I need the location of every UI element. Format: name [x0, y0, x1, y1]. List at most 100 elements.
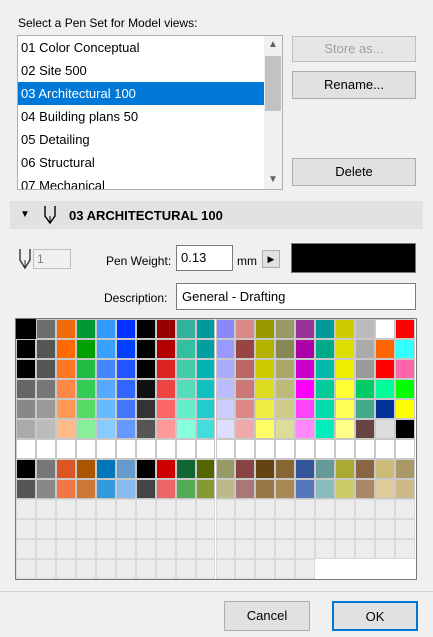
pen-empty-cell[interactable]: [95, 559, 116, 579]
pen-empty-cell[interactable]: [35, 559, 56, 579]
pen-color-cell[interactable]: [115, 399, 136, 419]
pen-color-cell[interactable]: [395, 459, 415, 479]
pen-color-cell[interactable]: [335, 399, 356, 419]
pen-set-item[interactable]: 01 Color Conceptual: [18, 36, 264, 59]
pen-color-cell[interactable]: [16, 399, 36, 419]
pen-color-cell[interactable]: [155, 379, 176, 399]
pen-color-cell[interactable]: [315, 399, 336, 419]
pen-color-cell[interactable]: [35, 439, 56, 459]
pen-empty-cell[interactable]: [355, 499, 376, 519]
pen-empty-cell[interactable]: [155, 499, 176, 519]
pen-empty-cell[interactable]: [16, 519, 36, 539]
pen-empty-cell[interactable]: [195, 499, 216, 519]
pen-empty-cell[interactable]: [175, 559, 196, 579]
pen-color-cell[interactable]: [275, 379, 296, 399]
pen-empty-cell[interactable]: [255, 519, 276, 539]
pen-color-cell[interactable]: [115, 319, 136, 339]
pen-color-cell[interactable]: [235, 419, 256, 439]
pen-color-cell[interactable]: [35, 359, 56, 379]
pen-color-cell[interactable]: [395, 479, 415, 499]
pen-empty-cell[interactable]: [155, 519, 176, 539]
pen-empty-cell[interactable]: [55, 539, 76, 559]
pen-set-item[interactable]: 04 Building plans 50: [18, 105, 264, 128]
pen-empty-cell[interactable]: [95, 539, 116, 559]
pen-color-cell[interactable]: [135, 359, 156, 379]
pen-color-cell[interactable]: [295, 459, 316, 479]
pen-color-cell[interactable]: [195, 339, 216, 359]
pen-color-cell[interactable]: [295, 419, 316, 439]
pen-color-cell[interactable]: [355, 439, 376, 459]
pen-color-cell[interactable]: [175, 439, 196, 459]
scroll-thumb[interactable]: [265, 56, 281, 111]
pen-color-cell[interactable]: [335, 359, 356, 379]
pen-color-cell[interactable]: [195, 319, 216, 339]
pen-empty-cell[interactable]: [275, 519, 296, 539]
pen-color-cell[interactable]: [315, 439, 336, 459]
pen-color-cell[interactable]: [215, 459, 236, 479]
pen-color-cell[interactable]: [35, 419, 56, 439]
pen-weight-arrow-icon[interactable]: ▶: [262, 250, 280, 268]
pen-empty-cell[interactable]: [95, 519, 116, 539]
pen-color-cell[interactable]: [255, 459, 276, 479]
pen-empty-cell[interactable]: [255, 539, 276, 559]
pen-color-cell[interactable]: [375, 459, 396, 479]
pen-color-cell[interactable]: [315, 419, 336, 439]
pen-color-cell[interactable]: [115, 479, 136, 499]
pen-color-cell[interactable]: [175, 319, 196, 339]
pen-empty-cell[interactable]: [55, 559, 76, 579]
pen-color-cell[interactable]: [235, 399, 256, 419]
pen-color-cell[interactable]: [275, 479, 296, 499]
pen-color-cell[interactable]: [215, 379, 236, 399]
ok-button[interactable]: OK: [332, 601, 418, 631]
pen-color-cell[interactable]: [95, 459, 116, 479]
pen-color-cell[interactable]: [155, 479, 176, 499]
pen-color-cell[interactable]: [75, 339, 96, 359]
pen-color-cell[interactable]: [295, 439, 316, 459]
pen-color-cell[interactable]: [275, 319, 296, 339]
pen-color-cell[interactable]: [395, 339, 415, 359]
pen-empty-cell[interactable]: [155, 559, 176, 579]
pen-empty-cell[interactable]: [315, 539, 336, 559]
pen-color-cell[interactable]: [95, 339, 116, 359]
pen-empty-cell[interactable]: [355, 539, 376, 559]
pen-color-cell[interactable]: [195, 439, 216, 459]
pen-empty-cell[interactable]: [75, 559, 96, 579]
pen-color-cell[interactable]: [315, 459, 336, 479]
pen-color-cell[interactable]: [115, 419, 136, 439]
pen-empty-cell[interactable]: [255, 559, 276, 579]
pen-color-cell[interactable]: [215, 419, 236, 439]
pen-color-cell[interactable]: [115, 379, 136, 399]
pen-color-cell[interactable]: [135, 379, 156, 399]
pen-color-cell[interactable]: [215, 399, 236, 419]
pen-empty-cell[interactable]: [175, 499, 196, 519]
pen-color-cell[interactable]: [255, 439, 276, 459]
pen-empty-cell[interactable]: [295, 559, 316, 579]
pen-color-cell[interactable]: [175, 339, 196, 359]
pen-color-cell[interactable]: [375, 439, 396, 459]
pen-color-cell[interactable]: [335, 459, 356, 479]
pen-color-cell[interactable]: [215, 319, 236, 339]
pen-color-cell[interactable]: [55, 399, 76, 419]
pen-color-cell[interactable]: [55, 359, 76, 379]
pen-color-cell[interactable]: [75, 459, 96, 479]
pen-color-cell[interactable]: [215, 339, 236, 359]
pen-color-cell[interactable]: [355, 479, 376, 499]
pen-color-cell[interactable]: [95, 379, 116, 399]
pen-color-cell[interactable]: [235, 479, 256, 499]
pen-empty-cell[interactable]: [335, 519, 356, 539]
pen-color-cell[interactable]: [175, 359, 196, 379]
pen-color-cell[interactable]: [335, 379, 356, 399]
pen-color-cell[interactable]: [16, 479, 36, 499]
pen-color-cell[interactable]: [195, 459, 216, 479]
pen-color-cell[interactable]: [115, 339, 136, 359]
pen-color-cell[interactable]: [235, 339, 256, 359]
pen-color-cell[interactable]: [275, 339, 296, 359]
pen-empty-cell[interactable]: [375, 499, 396, 519]
pen-color-cell[interactable]: [16, 459, 36, 479]
pen-color-cell[interactable]: [355, 419, 376, 439]
pen-empty-cell[interactable]: [235, 519, 256, 539]
pen-empty-cell[interactable]: [295, 519, 316, 539]
pen-color-cell[interactable]: [75, 399, 96, 419]
delete-button[interactable]: Delete: [292, 158, 416, 186]
pen-color-cell[interactable]: [315, 359, 336, 379]
